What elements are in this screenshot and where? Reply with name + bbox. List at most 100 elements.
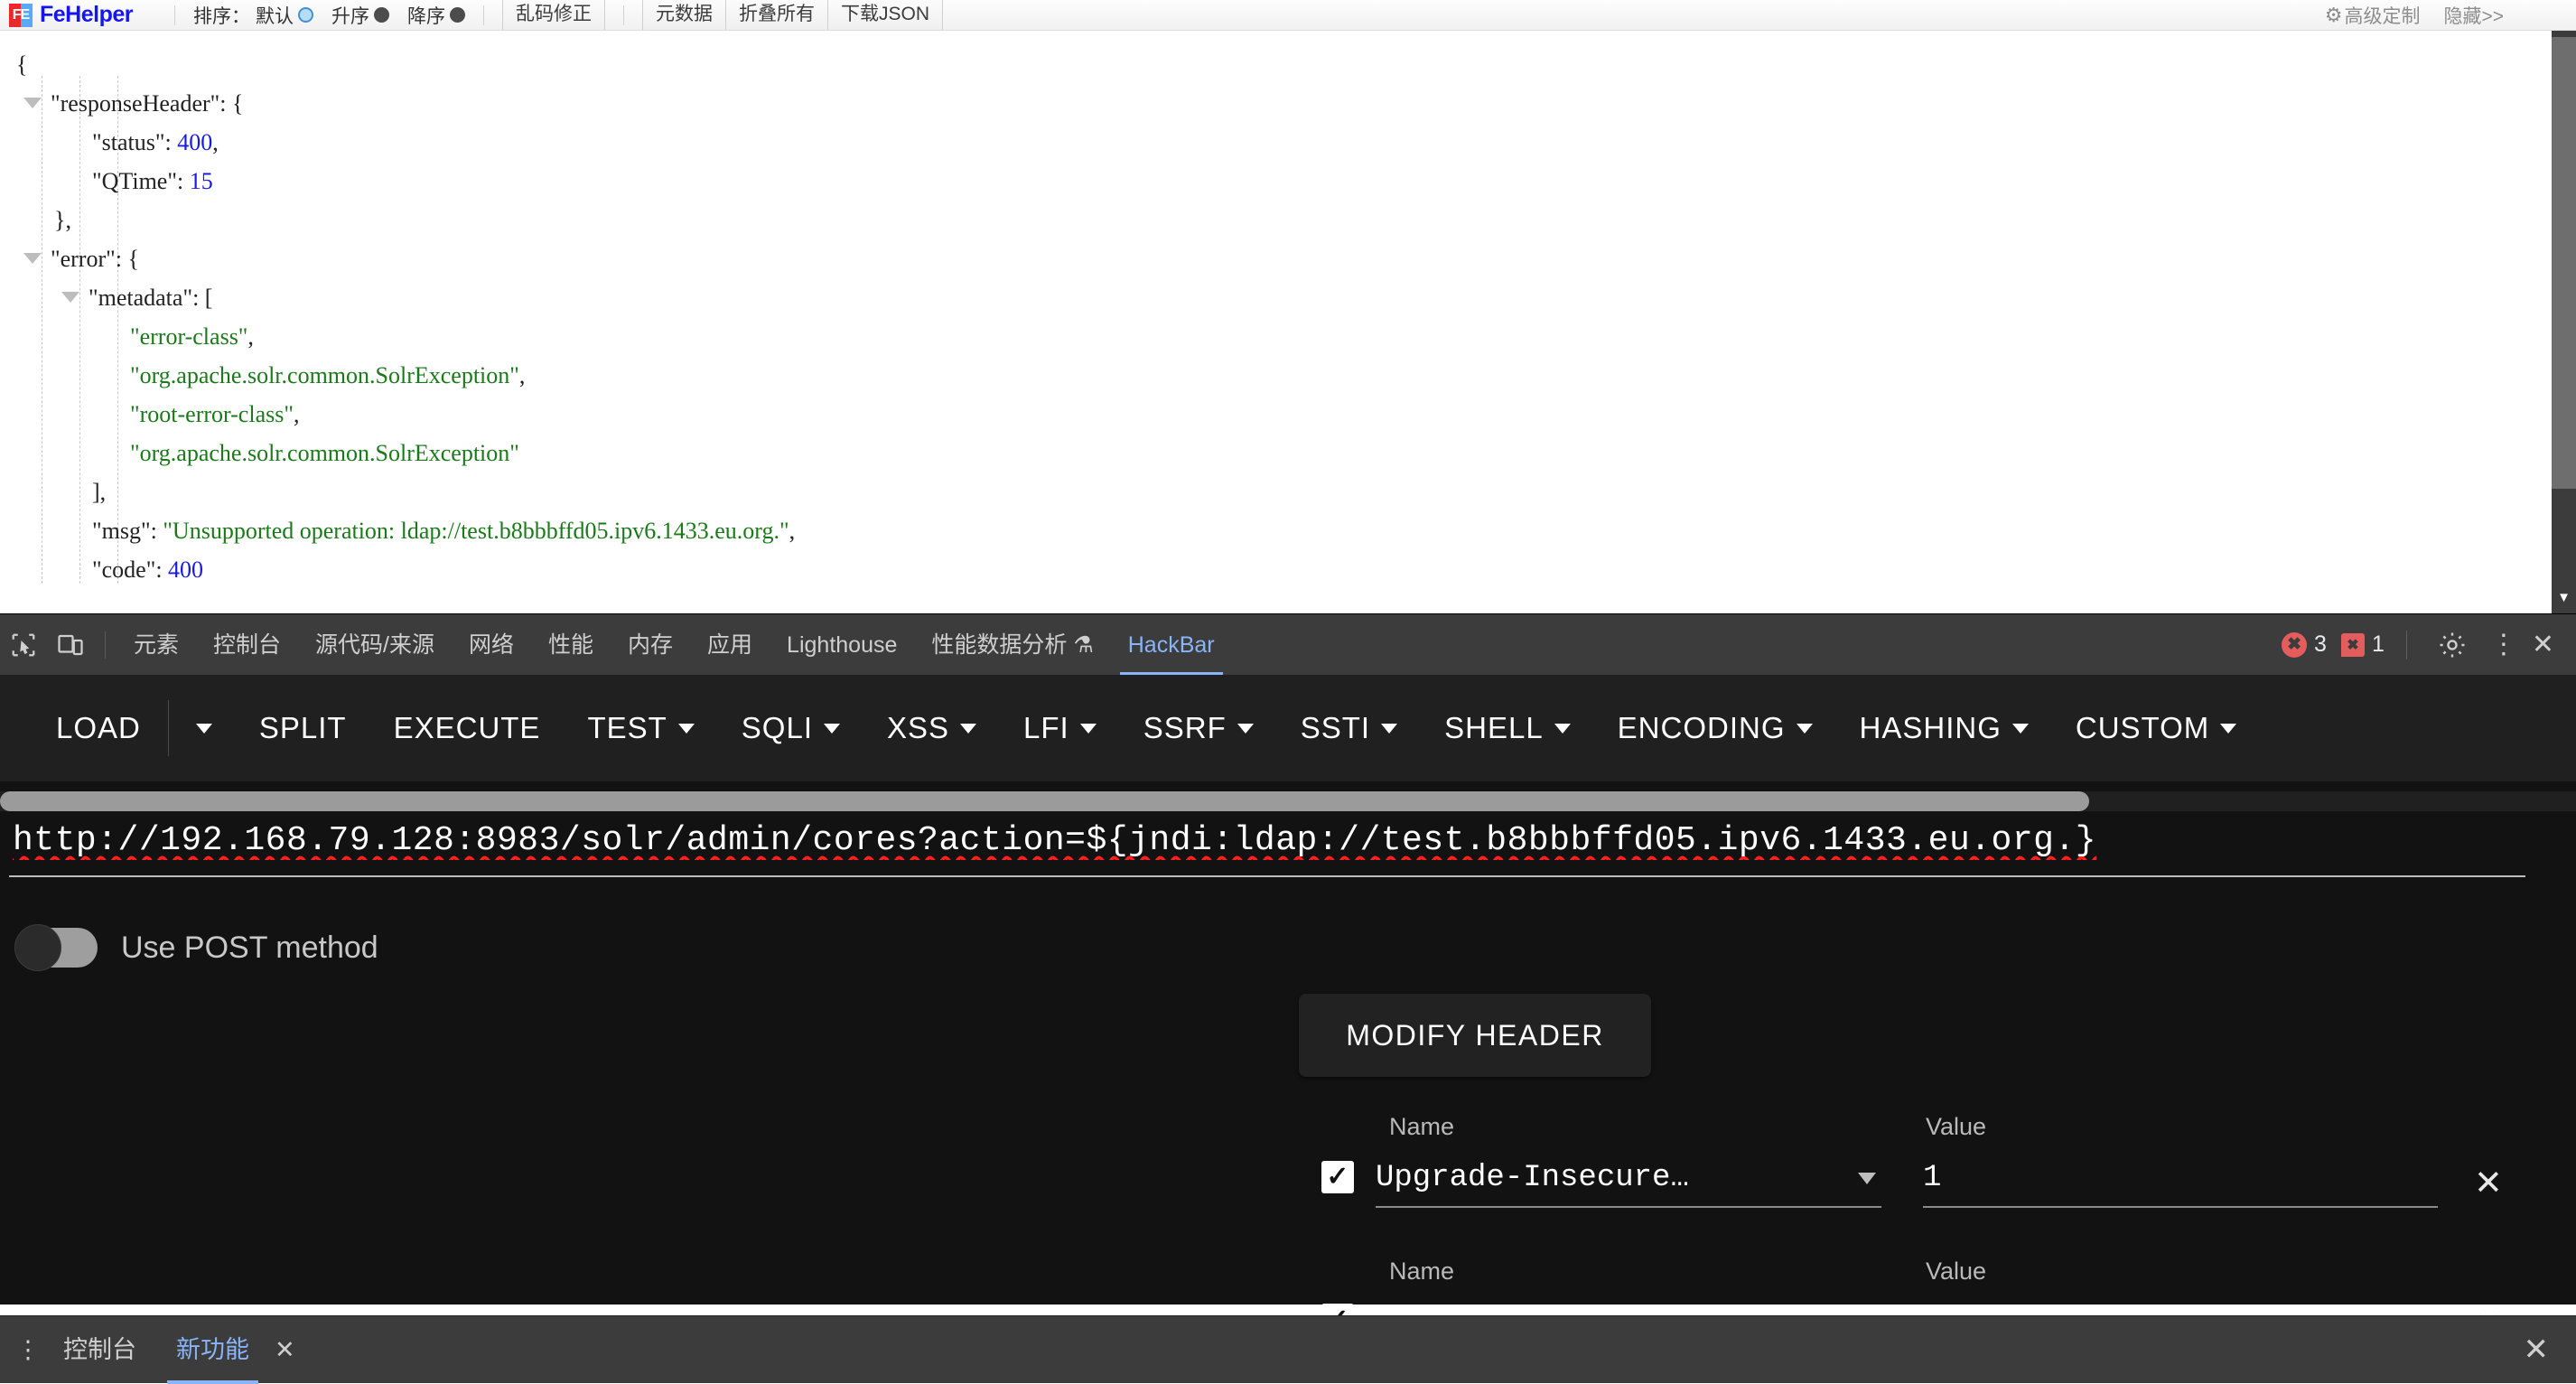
toolbar-divider [174, 5, 175, 25]
json-key: "msg" [92, 518, 151, 544]
header-name-field[interactable]: Upgrade-Insecure… [1376, 1161, 1881, 1208]
hackbar-test-menu[interactable]: TEST [564, 711, 717, 745]
hackbar-custom-menu[interactable]: CUSTOM [2052, 711, 2260, 745]
header-value-field[interactable]: 1 [1923, 1161, 2438, 1208]
hackbar-split-button[interactable]: SPLIT [236, 711, 370, 745]
url-input[interactable] [9, 812, 2525, 877]
hackbar-encoding-menu[interactable]: ENCODING [1594, 711, 1836, 745]
drawer-tab-console[interactable]: 控制台 [43, 1316, 156, 1384]
sort-group: 排序： 默认 升序 降序 [193, 2, 465, 29]
sort-option-default[interactable]: 默认 [256, 2, 313, 29]
json-vertical-scrollbar[interactable]: ▼ [2552, 31, 2576, 613]
header-value-column-label: Value [1926, 1113, 1986, 1141]
kebab-menu-icon[interactable]: ⋮ [13, 1338, 43, 1362]
tab-lighthouse[interactable]: Lighthouse [770, 614, 914, 676]
hackbar-test-label: TEST [587, 711, 667, 745]
json-line: "code": 400 [16, 550, 795, 589]
radio-unselected-icon [450, 7, 465, 23]
use-post-method-toggle[interactable] [18, 928, 98, 968]
tab-elements[interactable]: 元素 [117, 614, 196, 676]
tab-network[interactable]: 网络 [452, 614, 531, 676]
hackbar-encoding-label: ENCODING [1618, 711, 1786, 745]
tab-performance[interactable]: 性能 [531, 614, 611, 676]
collapse-all-button[interactable]: 折叠所有 [726, 0, 828, 31]
download-json-button[interactable]: 下载JSON [828, 0, 943, 31]
tabbar-divider [105, 631, 106, 659]
tab-performance-insights[interactable]: 性能数据分析 ⚗ [914, 614, 1110, 676]
tab-hackbar[interactable]: HackBar [1111, 614, 1232, 676]
json-string: "org.apache.solr.common.SolrException" [130, 440, 519, 466]
tab-memory[interactable]: 内存 [611, 614, 690, 676]
json-content: {"responseHeader": {"status": 400,"QTime… [16, 45, 795, 589]
fehelper-brand-title: FeHelper [40, 2, 133, 28]
close-icon[interactable]: ✕ [2532, 631, 2554, 659]
fix-encoding-button[interactable]: 乱码修正 [502, 0, 605, 31]
header-value-value: 1 [1923, 1161, 1941, 1195]
tab-console[interactable]: 控制台 [196, 614, 298, 676]
json-string: "org.apache.solr.common.SolrException" [130, 362, 519, 388]
json-punctuation: : [177, 168, 190, 194]
use-post-method-toggle-row[interactable]: Use POST method [18, 928, 378, 968]
json-collapse-caret-icon[interactable] [61, 292, 79, 303]
json-line: "org.apache.solr.common.SolrException" [16, 434, 795, 472]
toolbar-divider [168, 700, 169, 756]
json-collapse-caret-icon[interactable] [23, 253, 42, 264]
hackbar-sqli-label: SQLI [742, 711, 813, 745]
sort-option-asc-label: 升序 [331, 2, 369, 29]
chevron-down-icon [960, 724, 976, 734]
hackbar-load-button[interactable]: LOAD [33, 711, 164, 745]
gear-icon[interactable] [2429, 622, 2476, 669]
device-toolbar-icon[interactable] [47, 622, 94, 669]
tab-application[interactable]: 应用 [690, 614, 770, 676]
advanced-settings-link[interactable]: ⚙ 高级定制 [2325, 2, 2421, 29]
hackbar-lfi-menu[interactable]: LFI [1000, 711, 1120, 745]
hackbar-load-dropdown[interactable] [173, 724, 236, 734]
error-count-badge[interactable]: ✖ 3 [2282, 631, 2327, 658]
fehelper-logo-text: FE [9, 4, 33, 27]
json-punctuation: : { [219, 90, 243, 117]
tabbar-divider [2406, 631, 2407, 659]
metadata-button[interactable]: 元数据 [642, 0, 726, 31]
hackbar-ssti-menu[interactable]: SSTI [1277, 711, 1421, 745]
hackbar-ssrf-menu[interactable]: SSRF [1120, 711, 1277, 745]
json-viewer-pane[interactable]: {"responseHeader": {"status": 400,"QTime… [0, 31, 2576, 613]
hackbar-custom-label: CUSTOM [2076, 711, 2209, 745]
json-punctuation: : { [116, 246, 139, 272]
json-line: }, [16, 201, 795, 239]
json-collapse-caret-icon[interactable] [23, 98, 42, 108]
kebab-menu-icon[interactable]: ⋮ [2490, 631, 2517, 659]
scrollbar-thumb[interactable] [2552, 37, 2576, 489]
sort-option-desc[interactable]: 降序 [407, 2, 465, 29]
drawer-tab-whats-new[interactable]: 新功能 [156, 1316, 269, 1384]
inspect-element-icon[interactable] [0, 622, 47, 669]
chevron-down-icon[interactable] [1858, 1173, 1876, 1184]
toolbar-divider [483, 5, 484, 25]
hackbar-execute-button[interactable]: EXECUTE [370, 711, 565, 745]
scroll-down-arrow-icon[interactable]: ▼ [2552, 591, 2576, 604]
hackbar-shell-menu[interactable]: SHELL [1421, 711, 1594, 745]
header-name-value: Upgrade-Insecure… [1376, 1161, 1689, 1195]
close-icon[interactable]: ✕ [2524, 1334, 2576, 1365]
hackbar-hashing-menu[interactable]: HASHING [1836, 711, 2052, 745]
toggle-knob [14, 924, 61, 971]
json-key: "QTime" [92, 168, 177, 194]
advanced-settings-label: 高级定制 [2344, 2, 2420, 29]
json-key: "code" [92, 556, 155, 583]
warning-count-value: 1 [2372, 631, 2385, 658]
chevron-down-icon [824, 724, 840, 734]
remove-header-button[interactable]: ✕ [2474, 1166, 2503, 1201]
warning-count-badge[interactable]: ✖ 1 [2341, 631, 2385, 658]
header-enabled-checkbox[interactable]: ✓ [1321, 1161, 1354, 1193]
hackbar-xss-menu[interactable]: XSS [863, 711, 1000, 745]
tab-sources[interactable]: 源代码/来源 [298, 614, 452, 676]
hackbar-sqli-menu[interactable]: SQLI [718, 711, 863, 745]
gear-icon: ⚙ [2325, 5, 2343, 25]
scrollbar-thumb[interactable] [0, 791, 2089, 811]
hackbar-horizontal-scrollbar[interactable] [0, 791, 2576, 811]
hide-toolbar-link[interactable]: 隐藏>> [2443, 2, 2504, 29]
modify-header-button[interactable]: MODIFY HEADER [1299, 994, 1651, 1077]
chevron-down-icon [1381, 724, 1397, 734]
error-icon: ✖ [2282, 632, 2307, 658]
json-line: "error": { [16, 239, 795, 278]
sort-option-asc[interactable]: 升序 [331, 2, 389, 29]
